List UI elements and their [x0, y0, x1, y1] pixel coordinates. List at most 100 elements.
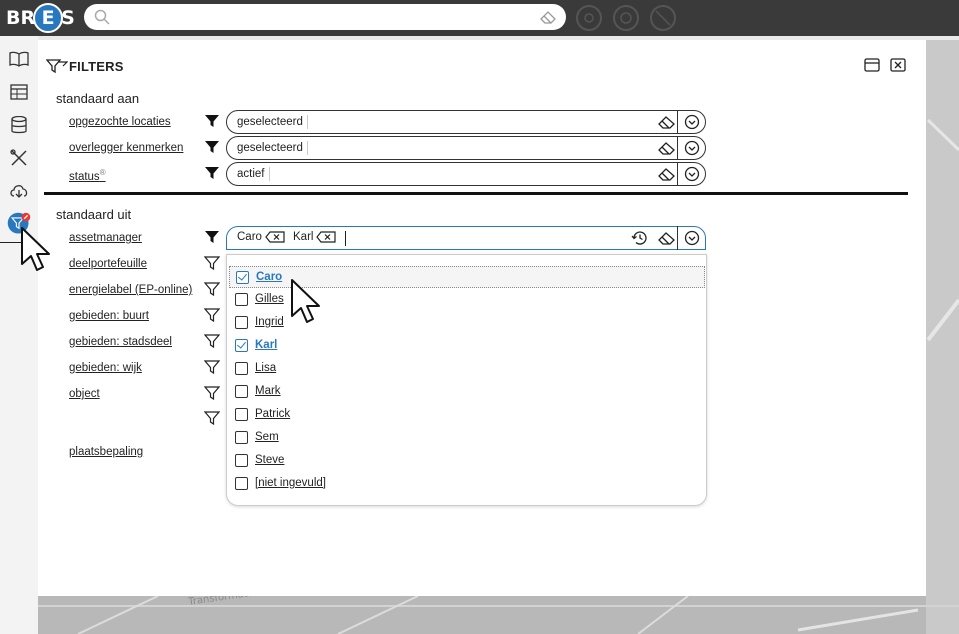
eraser-icon[interactable]	[658, 141, 675, 155]
filter-label-gebieden-wijk[interactable]: gebieden: wijk	[69, 362, 142, 374]
filter-label-overlegger-kenmerken[interactable]: overlegger kenmerken	[69, 142, 183, 154]
close-icon[interactable]	[890, 58, 906, 72]
filter-value-box[interactable]: geselecteerd	[226, 109, 706, 134]
top-bar: B R E S	[0, 0, 959, 36]
checkbox[interactable]	[235, 316, 248, 329]
option-label: Sem	[255, 431, 279, 443]
filter-outline-icon[interactable]	[204, 385, 220, 401]
filter-label-plaatsbepaling[interactable]: plaatsbepaling	[69, 446, 143, 458]
option-label: Patrick	[255, 408, 291, 420]
checkbox[interactable]	[235, 385, 248, 398]
checkbox-checked[interactable]	[236, 271, 249, 284]
filter-outline-icon[interactable]	[204, 359, 220, 375]
dropdown-toggle[interactable]	[677, 161, 705, 186]
filter-outline-icon[interactable]	[204, 255, 220, 271]
filter-label-status[interactable]: status®	[69, 168, 106, 183]
chevron-down-icon	[684, 114, 699, 129]
filter-outline-icon[interactable]	[204, 307, 220, 323]
checkbox[interactable]	[235, 293, 248, 306]
section-heading-off: standaard uit	[56, 207, 132, 222]
filter-value: geselecteerd	[237, 115, 308, 129]
target-icon[interactable]	[613, 5, 639, 31]
option-label: Karl	[255, 339, 278, 351]
filter-value-box[interactable]: actief	[226, 161, 706, 186]
app-logo[interactable]: B R E S	[6, 3, 75, 33]
dock-icon[interactable]	[864, 58, 880, 72]
filter-outline-icon[interactable]	[204, 410, 220, 426]
checkbox[interactable]	[235, 477, 248, 490]
left-rail	[0, 36, 38, 634]
checkbox-checked[interactable]	[235, 339, 248, 352]
checkbox[interactable]	[235, 454, 248, 467]
filter-label-assetmanager[interactable]: assetmanager	[69, 232, 142, 244]
dropdown-toggle[interactable]	[677, 109, 705, 134]
table-icon[interactable]	[6, 79, 32, 105]
section-heading-on: standaard aan	[56, 91, 140, 106]
database-icon[interactable]	[6, 112, 32, 138]
cloud-download-icon[interactable]	[6, 178, 32, 204]
mouse-cursor-icon	[21, 227, 50, 271]
logo-letter: S	[61, 7, 75, 29]
tools-icon[interactable]	[6, 145, 32, 171]
dropdown-option[interactable]: Mark	[229, 381, 705, 403]
locate-icon[interactable]	[576, 5, 602, 31]
option-label: Caro	[256, 271, 283, 283]
search-input[interactable]	[84, 4, 566, 30]
filter-outline-icon[interactable]	[204, 333, 220, 349]
filter-value-box[interactable]: geselecteerd	[226, 135, 706, 160]
filter-solid-icon[interactable]	[204, 139, 220, 155]
dropdown-option[interactable]: Patrick	[229, 404, 705, 426]
eraser-icon[interactable]	[540, 10, 556, 24]
filter-solid-icon[interactable]	[204, 113, 220, 129]
option-label: Gilles	[255, 293, 284, 305]
filter-value: actief	[237, 167, 270, 181]
mouse-cursor-icon	[291, 279, 320, 323]
filter-outline-icon[interactable]	[204, 281, 220, 297]
dropdown-toggle[interactable]	[677, 135, 705, 160]
checkbox[interactable]	[235, 362, 248, 375]
checkbox[interactable]	[235, 408, 248, 421]
text-caret	[345, 231, 346, 246]
search-icon	[94, 9, 110, 25]
filter-label-opgezochte-locaties[interactable]: opgezochte locaties	[69, 116, 171, 128]
option-label: Ingrid	[255, 316, 284, 328]
option-label: Lisa	[255, 362, 277, 374]
dropdown-option[interactable]: Lisa	[229, 358, 705, 380]
filter-label-text: status	[69, 170, 100, 183]
chip-label: Caro	[237, 231, 262, 243]
chip-label: Karl	[293, 231, 314, 243]
info-marker: ®	[99, 168, 106, 177]
selected-chip: Karl	[293, 231, 337, 243]
eraser-icon[interactable]	[658, 167, 675, 181]
section-divider	[44, 192, 908, 195]
book-icon[interactable]	[6, 46, 32, 72]
filter-label-gebieden-buurt[interactable]: gebieden: buurt	[69, 310, 149, 322]
history-icon[interactable]	[631, 230, 649, 246]
option-label: [niet ingevuld]	[255, 477, 326, 489]
dropdown-option[interactable]: [niet ingevuld]	[229, 473, 705, 495]
chevron-down-icon	[684, 166, 699, 181]
panel-title: FILTERS	[69, 59, 124, 74]
dropdown-option[interactable]: Sem	[229, 427, 705, 449]
dropdown-option[interactable]: Karl	[229, 335, 705, 357]
eraser-icon[interactable]	[658, 231, 675, 245]
chevron-down-icon	[684, 230, 699, 245]
chevron-down-icon	[684, 140, 699, 155]
filter-label-gebieden-stadsdeel[interactable]: gebieden: stadsdeel	[69, 336, 172, 348]
remove-chip-icon[interactable]	[316, 231, 337, 243]
dropdown-toggle[interactable]	[677, 225, 705, 250]
filter-solid-icon[interactable]	[204, 229, 220, 245]
filter-label-energielabel[interactable]: energielabel (EP-online)	[69, 284, 192, 296]
filter-label-object[interactable]: object	[69, 388, 100, 400]
option-label: Mark	[255, 385, 281, 397]
dropdown-option[interactable]: Steve	[229, 450, 705, 472]
remove-chip-icon[interactable]	[265, 231, 285, 243]
filter-icon	[46, 59, 68, 74]
checkbox[interactable]	[235, 431, 248, 444]
filters-panel: FILTERS standaard aan opgezochte locatie…	[38, 52, 914, 584]
filter-label-deelportefeuille[interactable]: deelportefeuille	[69, 258, 147, 270]
filter-solid-icon[interactable]	[204, 165, 220, 181]
assetmanager-input[interactable]: Caro Karl	[226, 225, 706, 250]
eraser-icon[interactable]	[658, 115, 675, 129]
disable-icon[interactable]	[650, 5, 676, 31]
